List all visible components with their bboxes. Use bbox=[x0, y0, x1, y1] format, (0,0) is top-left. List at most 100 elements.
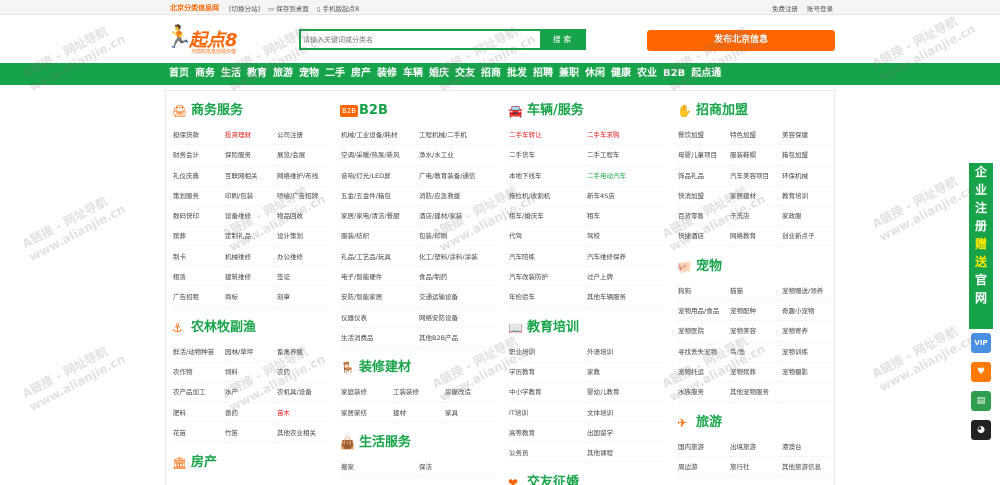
category-link[interactable]: 宠物美容 bbox=[730, 321, 782, 342]
category-link[interactable]: 网络维护/布线 bbox=[277, 166, 329, 186]
site-logo[interactable]: 🏃 起点8 为您的信息创造价值 bbox=[165, 25, 255, 57]
category-section-header[interactable]: 📖 教育培训 bbox=[502, 316, 667, 342]
category-link[interactable]: 消防/应急救援 bbox=[419, 186, 497, 207]
nav-item[interactable]: 招聘 bbox=[530, 63, 556, 85]
category-section-header[interactable]: ✈ 旅游 bbox=[671, 411, 834, 437]
category-link[interactable]: 出国留学 bbox=[587, 423, 665, 444]
nav-item[interactable]: 宠物 bbox=[296, 63, 322, 85]
category-section-header[interactable]: ❤ 交友征婚 bbox=[502, 471, 667, 485]
category-link[interactable]: 其他B2B产品 bbox=[419, 328, 497, 349]
category-link[interactable]: 礼品/工艺品/玩具 bbox=[341, 247, 419, 268]
nav-item[interactable]: 交友 bbox=[452, 63, 478, 85]
category-link[interactable]: 音响/灯光/LED屏 bbox=[341, 166, 419, 186]
register-link[interactable]: 免费注册 bbox=[772, 3, 798, 13]
category-section-header[interactable]: 🏛 房产 bbox=[166, 451, 331, 477]
category-link[interactable]: 本地下线车 bbox=[509, 166, 587, 186]
category-link[interactable]: 交通运输设备 bbox=[419, 287, 497, 308]
category-link[interactable]: 农机具/设备 bbox=[277, 382, 329, 403]
category-link[interactable]: 二手车求购 bbox=[587, 125, 665, 146]
category-link[interactable]: 广告招租 bbox=[173, 287, 225, 308]
category-link[interactable]: 水族服务 bbox=[678, 382, 730, 403]
nav-item[interactable]: 旅游 bbox=[270, 63, 296, 85]
category-section-header[interactable]: 🚘 车辆/服务 bbox=[502, 99, 667, 125]
category-link[interactable]: 工程机械/二手机 bbox=[419, 125, 497, 146]
category-link[interactable]: 租赁 bbox=[173, 267, 225, 288]
category-link[interactable]: 狗狗 bbox=[678, 281, 730, 302]
publish-button[interactable]: 发布北京信息 bbox=[647, 30, 835, 51]
category-link[interactable]: 宠物用品/食品 bbox=[678, 301, 730, 322]
nav-item[interactable]: 休闲 bbox=[582, 63, 608, 85]
category-link[interactable]: 二手电动汽车 bbox=[587, 166, 665, 186]
category-link[interactable]: 宠物托运 bbox=[678, 362, 730, 383]
search-button[interactable]: 搜 索 bbox=[540, 31, 584, 48]
nav-item[interactable]: 房产 bbox=[348, 63, 374, 85]
category-link[interactable]: 仪器仪表 bbox=[341, 308, 419, 328]
category-link[interactable]: 快消加盟 bbox=[678, 186, 730, 207]
nav-item[interactable]: 车辆 bbox=[400, 63, 426, 85]
category-link[interactable]: 肥料 bbox=[173, 403, 225, 423]
category-link[interactable]: 食品/制药 bbox=[419, 267, 497, 288]
nav-item[interactable]: 教育 bbox=[244, 63, 270, 85]
category-link[interactable]: 房屋改造 bbox=[445, 382, 497, 403]
nav-item[interactable]: 商务 bbox=[192, 63, 218, 85]
category-section-header[interactable]: 👜 生活服务 bbox=[334, 431, 499, 457]
category-link[interactable]: 数码快印 bbox=[173, 206, 225, 227]
gift-icon[interactable]: ♥ bbox=[971, 362, 991, 382]
category-link[interactable]: 职业培训 bbox=[509, 342, 587, 362]
category-link[interactable]: 财务会计 bbox=[173, 145, 225, 166]
category-link[interactable]: 机械维修 bbox=[225, 247, 277, 268]
category-link[interactable]: 殡葬 bbox=[173, 226, 225, 247]
category-link[interactable]: 驾校 bbox=[587, 226, 665, 247]
category-link[interactable]: 创业新点子 bbox=[782, 226, 834, 247]
nav-item[interactable]: 农业 bbox=[634, 63, 660, 85]
login-link[interactable]: 账号登录 bbox=[807, 3, 833, 13]
category-link[interactable]: 代驾 bbox=[509, 226, 587, 247]
category-link[interactable]: 二手货车 bbox=[509, 145, 587, 166]
nav-item[interactable]: 招商 bbox=[478, 63, 504, 85]
category-link[interactable]: 猫猫 bbox=[730, 281, 782, 302]
category-link[interactable]: 新车4S店 bbox=[587, 186, 665, 207]
category-section-header[interactable]: 🪑 装修建材 bbox=[334, 356, 499, 382]
switch-site-link[interactable]: [切换分站] bbox=[229, 3, 260, 13]
category-link[interactable]: 公务员 bbox=[509, 443, 587, 464]
nav-item[interactable]: 健康 bbox=[608, 63, 634, 85]
category-link[interactable]: 展览/会展 bbox=[277, 145, 329, 166]
category-link[interactable]: 二手车转让 bbox=[509, 125, 587, 146]
category-link[interactable]: 母婴儿童项目 bbox=[678, 145, 730, 166]
category-link[interactable]: 汽车改装防护 bbox=[509, 267, 587, 288]
nav-item[interactable]: 兼职 bbox=[556, 63, 582, 85]
category-link[interactable]: 建材 bbox=[393, 403, 445, 423]
category-link[interactable]: 安防/智能家居 bbox=[341, 287, 419, 308]
nav-item[interactable]: 生活 bbox=[218, 63, 244, 85]
category-link[interactable]: 教育培训 bbox=[782, 186, 834, 207]
category-link[interactable]: 家居家纺 bbox=[341, 403, 393, 423]
category-link[interactable]: 汽车维修保养 bbox=[587, 247, 665, 268]
category-link[interactable]: 鸟/鱼 bbox=[730, 342, 782, 362]
category-link[interactable]: 化工/塑料/涂料/涂装 bbox=[419, 247, 497, 268]
category-link[interactable]: 干洗店 bbox=[730, 206, 782, 227]
category-link[interactable]: 出境旅游 bbox=[730, 437, 782, 457]
category-link[interactable]: 旅行社 bbox=[730, 457, 782, 478]
category-link[interactable]: 竹笛 bbox=[225, 423, 277, 444]
nav-item[interactable]: 首页 bbox=[166, 63, 192, 85]
qq-icon[interactable]: ◕ bbox=[971, 420, 991, 440]
category-link[interactable]: 租车 bbox=[587, 206, 665, 227]
category-link[interactable]: 花苗 bbox=[173, 423, 225, 444]
category-link[interactable]: 刻章 bbox=[277, 287, 329, 308]
category-link[interactable]: 周边游 bbox=[678, 457, 730, 478]
category-link[interactable]: 其他旅游信息 bbox=[782, 457, 834, 478]
category-link[interactable]: 农作物 bbox=[173, 362, 225, 383]
nav-item[interactable]: 装修 bbox=[374, 63, 400, 85]
category-link[interactable]: 家居/家电/清洁/餐厨 bbox=[341, 206, 419, 227]
category-link[interactable]: 搬家 bbox=[341, 457, 419, 478]
nav-item[interactable]: 婚庆 bbox=[426, 63, 452, 85]
category-link[interactable]: 宠物赠送/领养 bbox=[782, 281, 834, 302]
category-link[interactable]: 物品回收 bbox=[277, 206, 329, 227]
category-link[interactable]: 其他农业相关 bbox=[277, 423, 329, 444]
category-link[interactable]: 酒店/建材/家装 bbox=[419, 206, 497, 227]
category-link[interactable]: 制卡 bbox=[173, 247, 225, 268]
category-link[interactable]: 拖拉机/收割机 bbox=[509, 186, 587, 207]
category-section-header[interactable]: ✋ 招商加盟 bbox=[671, 99, 834, 125]
category-link[interactable]: 互联网相关 bbox=[225, 166, 277, 186]
category-link[interactable]: 租车/婚庆车 bbox=[509, 206, 587, 227]
